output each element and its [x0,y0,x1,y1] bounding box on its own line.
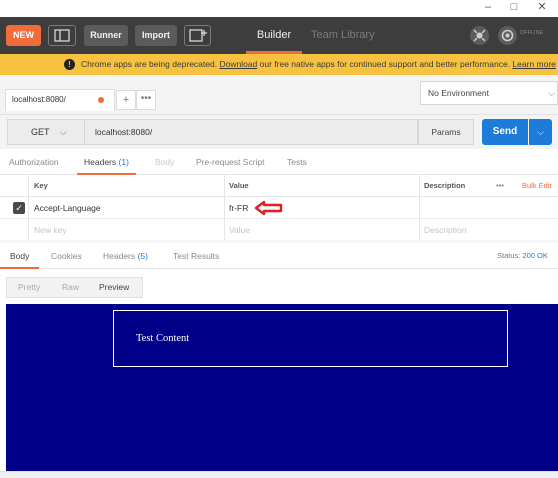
method-label: GET [31,127,50,137]
tab-body[interactable]: Body [155,149,174,175]
tab-authorization[interactable]: Authorization [9,149,59,175]
response-view-bar: Pretty Raw Preview [0,269,558,304]
request-tab-strip: localhost:8080/ + ••• No Environment ⌵ [0,75,558,115]
view-mode-selector: Pretty Raw Preview [6,277,143,298]
tab-options-button[interactable]: ••• [136,90,156,110]
column-divider [28,175,29,241]
request-tabs: Authorization Headers (1) Body Pre-reque… [0,149,558,175]
add-tab-button[interactable]: + [116,90,136,110]
header-enabled-checkbox[interactable]: ✓ [13,202,25,214]
deprecation-banner: ! Chrome apps are being deprecated. Down… [0,54,558,75]
column-divider [419,175,420,241]
request-tab-label: localhost:8080/ [12,95,66,104]
window-titlebar: – □ ✕ [0,0,558,17]
view-pretty-button[interactable]: Pretty [18,278,40,297]
send-options-button[interactable]: ⌵ [529,119,552,145]
column-value: Value [229,181,249,190]
environment-select[interactable]: No Environment ⌵ [420,81,558,105]
response-tab-headers[interactable]: Headers (5) [103,243,148,269]
offline-status: OFFLINE [520,30,544,36]
url-input[interactable]: localhost:8080/ [85,119,418,145]
runner-button[interactable]: Runner [84,25,128,46]
request-bar: GET ⌵ localhost:8080/ Params Send ⌵ [0,115,558,149]
response-tab-body[interactable]: Body [0,243,40,269]
tab-prerequest-script[interactable]: Pre-request Script [196,149,265,175]
column-key: Key [34,181,48,190]
column-description: Description [424,181,466,190]
new-button[interactable]: NEW [6,25,41,46]
headers-table-header: Key Value Description ••• Bulk Edit [0,175,558,197]
sync-status-button[interactable] [498,26,517,45]
response-tab-test-results[interactable]: Test Results [173,243,219,269]
params-button[interactable]: Params [418,119,474,145]
response-tabs: Body Cookies Headers (5) Test Results St… [0,243,558,269]
table-row: ✓ Accept-Language fr-FR [0,197,558,219]
chevron-down-icon: ⌵ [537,127,544,137]
method-select[interactable]: GET ⌵ [7,119,85,145]
preview-content-box: Test Content [113,310,508,367]
warning-icon: ! [64,59,75,70]
new-window-icon [189,29,207,42]
tab-team-library[interactable]: Team Library [311,17,375,54]
satellite-icon [473,29,486,42]
maximize-button[interactable]: □ [500,0,528,17]
bulk-edit-link[interactable]: Bulk Edit [522,175,552,197]
status-label: Status: [497,251,521,260]
red-arrow-icon [254,200,283,216]
column-divider [224,175,225,241]
response-tab-cookies[interactable]: Cookies [51,243,82,269]
chevron-down-icon: ⌵ [548,88,555,98]
new-window-button[interactable] [184,25,211,46]
view-preview-button[interactable]: Preview [99,278,129,297]
sidebar-toggle-icon [54,29,70,42]
tab-builder[interactable]: Builder [246,17,302,54]
learn-more-link[interactable]: Learn more [512,59,555,69]
status-code: 200 OK [522,251,548,260]
horizontal-scrollbar[interactable] [0,471,558,478]
view-raw-button[interactable]: Raw [62,278,79,297]
tab-headers-count: (1) [118,157,129,167]
import-button[interactable]: Import [135,25,177,46]
header-value-cell[interactable]: fr-FR [229,197,248,219]
table-options-button[interactable]: ••• [496,175,504,197]
send-button[interactable]: Send [482,119,528,145]
new-value-input[interactable]: Value [229,219,250,241]
request-tab[interactable]: localhost:8080/ [5,89,115,111]
sync-icon [501,29,514,42]
response-preview: Test Content [6,304,558,471]
new-key-input[interactable]: New key [34,219,67,241]
close-window-button[interactable]: ✕ [528,0,556,17]
top-toolbar: NEW Runner Import Builder Team Library O… [0,17,558,54]
unsaved-dot-icon [98,97,104,103]
response-status: Status: 200 OK [497,243,548,269]
banner-message: Chrome apps are being deprecated. Downlo… [81,59,556,69]
interceptor-button[interactable] [470,26,489,45]
response-tab-headers-label: Headers [103,251,136,261]
tab-headers[interactable]: Headers (1) [77,149,136,175]
tab-tests[interactable]: Tests [287,149,307,175]
header-key-cell[interactable]: Accept-Language [34,197,101,219]
preview-content-text: Test Content [136,333,190,344]
tab-headers-label: Headers [84,157,117,167]
sidebar-toggle-button[interactable] [48,25,76,46]
chevron-down-icon: ⌵ [60,127,67,137]
download-link[interactable]: Download [219,59,257,69]
new-description-input[interactable]: Description [424,219,467,241]
minimize-button[interactable]: – [474,0,502,17]
table-row-new: New key Value Description [0,219,558,241]
environment-selected: No Environment [428,88,489,98]
response-tab-headers-count: (5) [137,251,148,261]
